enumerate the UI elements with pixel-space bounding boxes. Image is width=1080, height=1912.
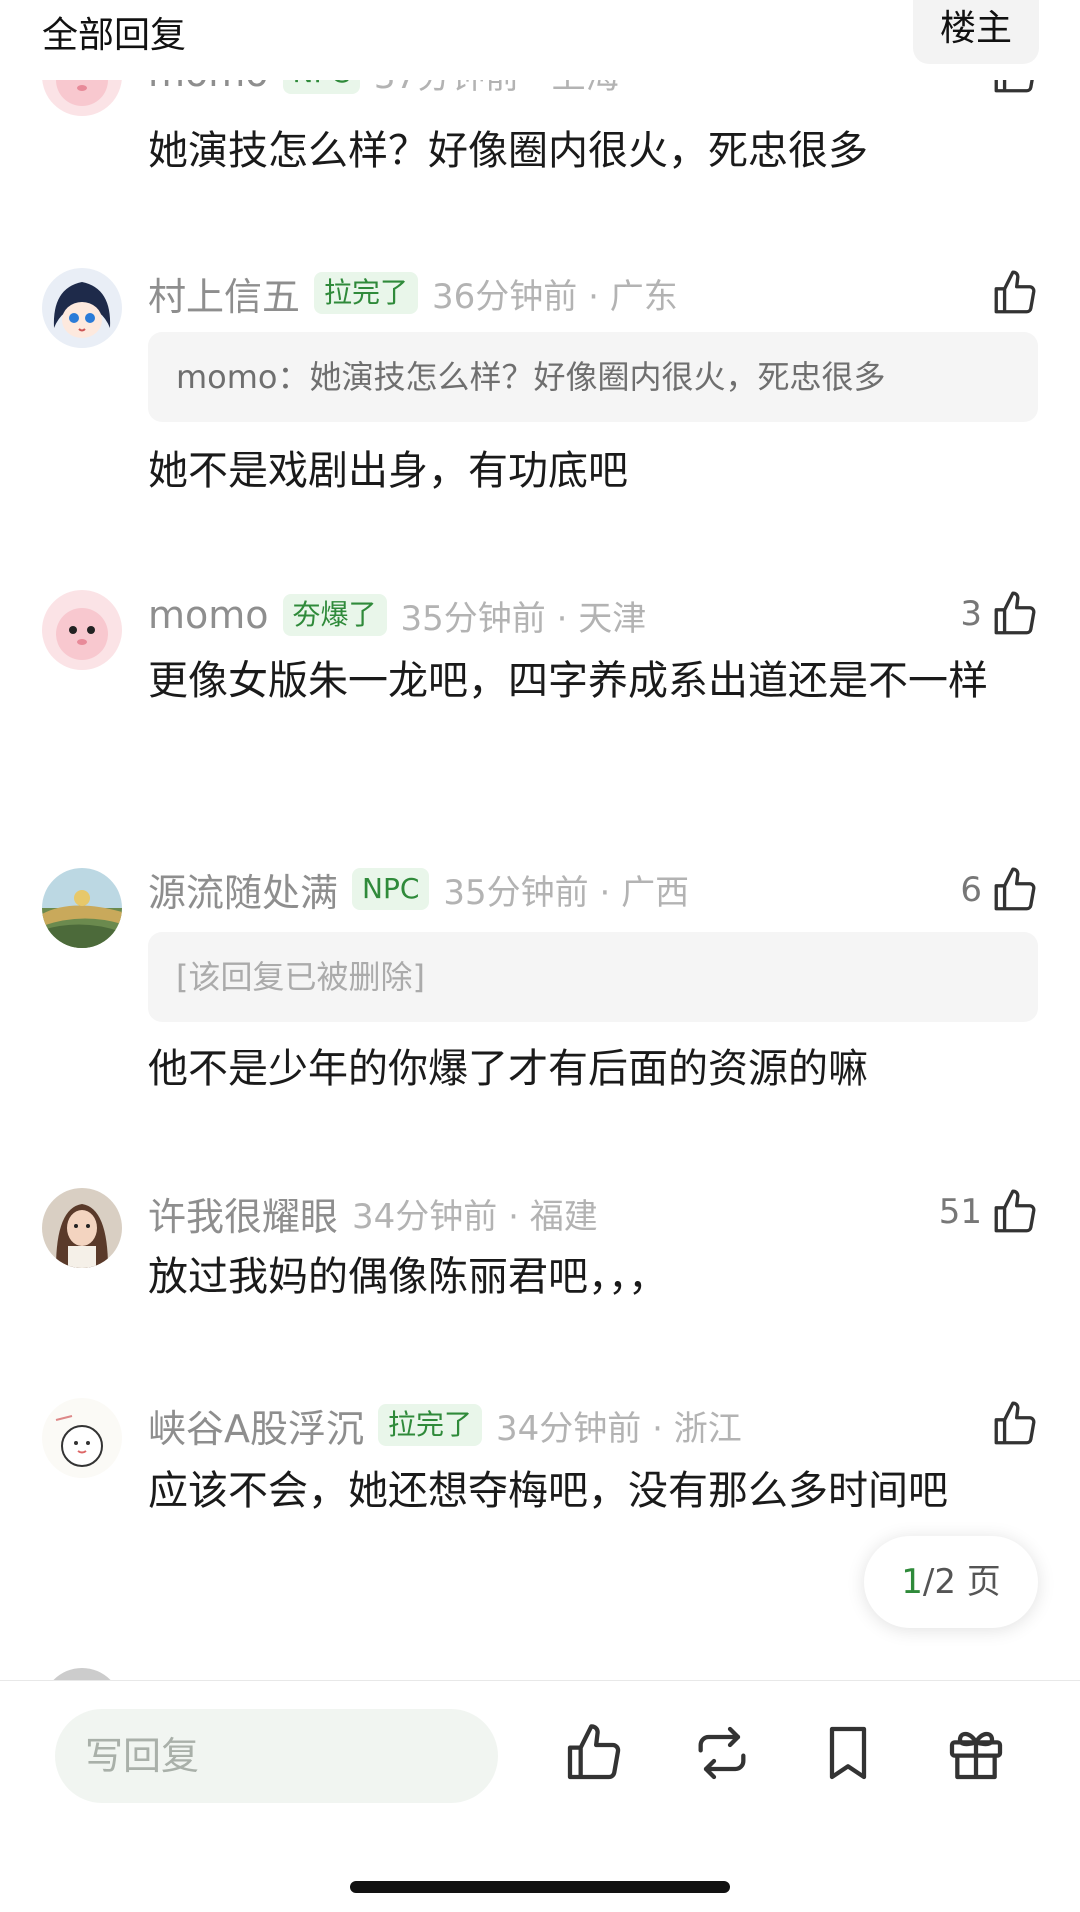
- like-button[interactable]: [990, 265, 1040, 321]
- repost-icon[interactable]: [690, 1721, 754, 1785]
- comment-meta: 峡谷A股浮沉 拉完了 34分钟前 · 浙江: [148, 1398, 742, 1453]
- comment-meta: 许我很耀眼 34分钟前 · 福建: [148, 1186, 598, 1241]
- comment-text: 更像女版朱一龙吧，四字养成系出道还是不一样: [148, 658, 988, 704]
- avatar[interactable]: [42, 268, 122, 348]
- avatar[interactable]: [42, 590, 122, 670]
- current-page: 1: [901, 1562, 923, 1602]
- like-button[interactable]: 3: [960, 586, 1040, 642]
- total-pages: /2 页: [922, 1562, 1001, 1602]
- timestamp-location: 34分钟前 · 浙江: [496, 1408, 742, 1449]
- timestamp-location: 34分钟前 · 福建: [352, 1196, 598, 1237]
- comment-meta: momo 夯爆了 35分钟前 · 天津: [148, 590, 646, 640]
- quoted-reply[interactable]: momo：她演技怎么样？好像圈内很火，死忠很多: [148, 332, 1038, 422]
- user-badge: 拉完了: [314, 272, 419, 314]
- thumbs-up-icon: [994, 1401, 1036, 1445]
- comment-meta: 源流随处满 NPC 35分钟前 · 广西: [148, 862, 690, 917]
- deleted-reply-notice: [该回复已被删除]: [148, 932, 1038, 1022]
- avatar[interactable]: [42, 1188, 122, 1268]
- comment-meta: 村上信五 拉完了 36分钟前 · 广东: [148, 266, 678, 321]
- page-title: 全部回复: [42, 15, 187, 56]
- bottom-action-bar: 写回复: [0, 1680, 1080, 1912]
- op-only-button[interactable]: 楼主: [913, 0, 1039, 64]
- username[interactable]: 村上信五: [148, 266, 300, 321]
- like-count: 3: [960, 594, 982, 634]
- like-count: 6: [960, 870, 982, 910]
- timestamp-location: 35分钟前 · 广西: [443, 872, 690, 913]
- user-badge: 拉完了: [378, 1404, 483, 1446]
- avatar[interactable]: [42, 1668, 122, 1680]
- thumbs-up-icon[interactable]: [562, 1721, 626, 1785]
- comment-text: 放过我妈的偶像陈丽君吧，，，: [148, 1254, 668, 1300]
- like-button[interactable]: [990, 1396, 1040, 1452]
- bookmark-icon[interactable]: [816, 1721, 880, 1785]
- timestamp-location: 35分钟前 · 天津: [400, 598, 647, 639]
- comment-text: 他不是少年的你爆了才有后面的资源的嘛: [148, 1046, 868, 1092]
- thumbs-up-icon: [994, 270, 1036, 314]
- comment-text: 她不是戏剧出身，有功底吧: [148, 448, 628, 494]
- username[interactable]: 峡谷A股浮沉: [148, 1398, 364, 1453]
- comment-text: 应该不会，她还想夺梅吧，没有那么多时间吧: [148, 1468, 948, 1514]
- like-count: 51: [938, 1192, 982, 1232]
- comment-text: 她演技怎么样？好像圈内很火，死忠很多: [148, 128, 868, 174]
- thumbs-up-icon: [994, 591, 1036, 635]
- gift-icon[interactable]: [944, 1721, 1008, 1785]
- like-button[interactable]: 51: [939, 1184, 1040, 1240]
- username[interactable]: momo: [148, 593, 269, 637]
- thumbs-up-icon: [994, 867, 1036, 911]
- reply-thread: momo NPC 37分钟前 · 上海 她演技怎么样？好像圈内很火，死忠很多 村…: [0, 0, 1080, 1680]
- home-indicator[interactable]: [350, 1881, 730, 1893]
- reply-input[interactable]: 写回复: [55, 1709, 498, 1803]
- avatar[interactable]: [42, 1398, 122, 1478]
- user-badge: NPC: [352, 868, 430, 910]
- like-button[interactable]: 6: [960, 862, 1040, 918]
- avatar[interactable]: [42, 868, 122, 948]
- username[interactable]: 许我很耀眼: [148, 1186, 338, 1241]
- page-indicator[interactable]: 1/2 页: [864, 1536, 1038, 1628]
- username[interactable]: 源流随处满: [148, 862, 338, 917]
- user-badge: 夯爆了: [282, 594, 387, 636]
- top-bar: 全部回复 楼主: [0, 0, 1080, 80]
- thumbs-up-icon: [994, 1189, 1036, 1233]
- timestamp-location: 36分钟前 · 广东: [432, 276, 678, 317]
